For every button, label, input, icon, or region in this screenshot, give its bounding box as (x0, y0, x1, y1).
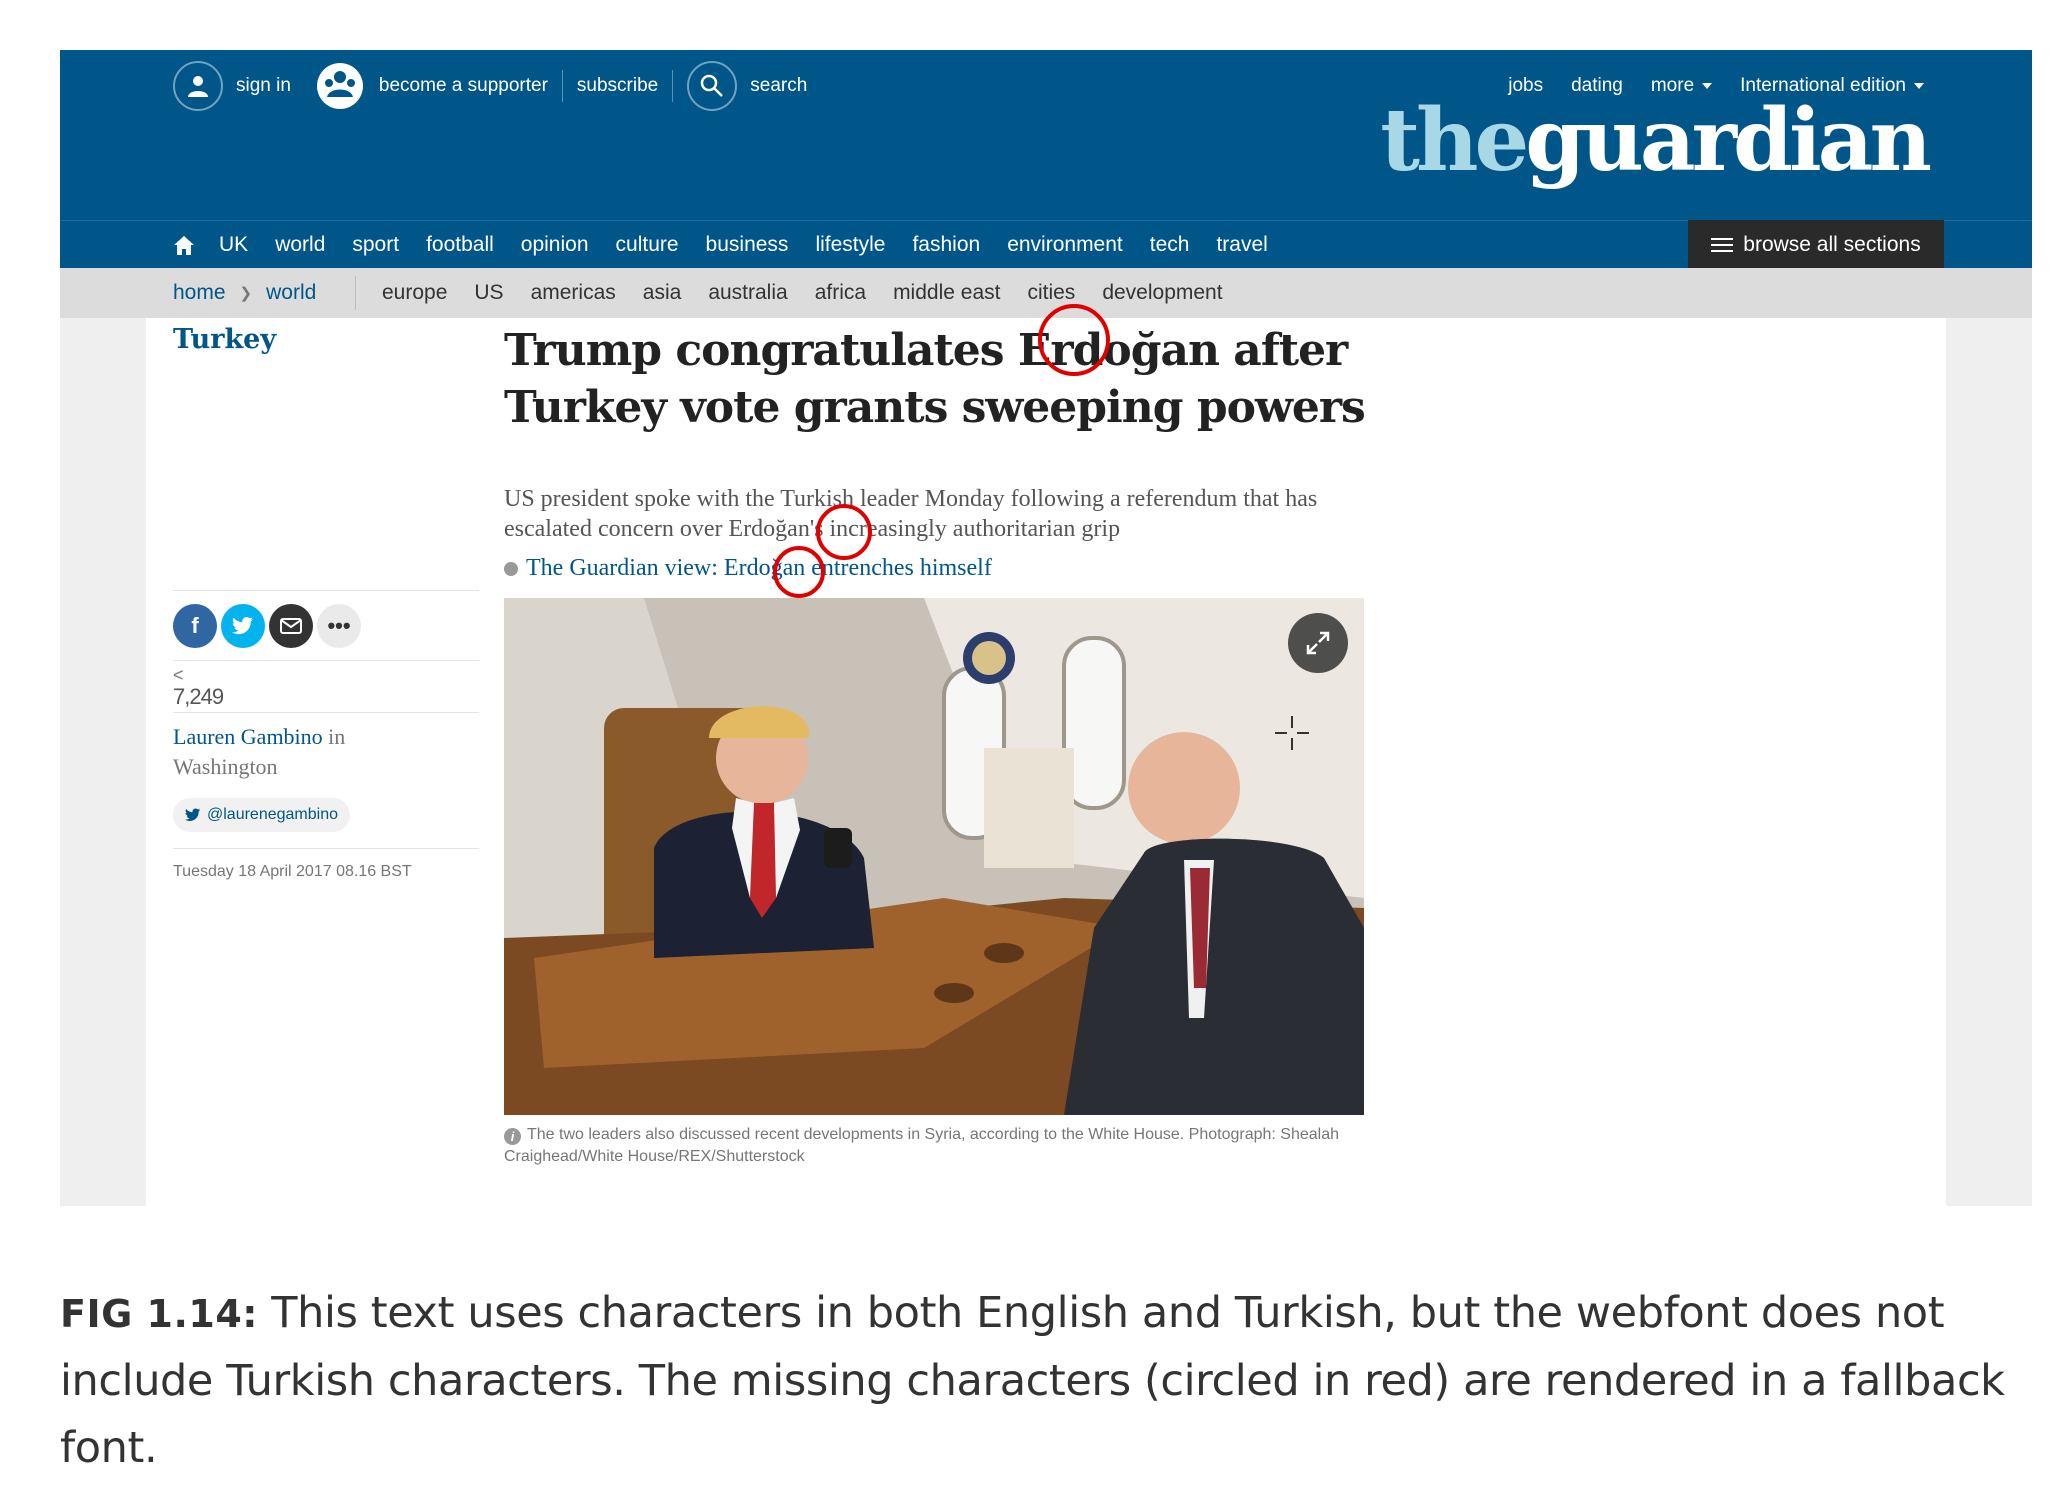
subnav-item-americas[interactable]: americas (531, 281, 616, 305)
menu-icon (1711, 237, 1734, 252)
crosshair-cursor-icon (1275, 716, 1309, 750)
share-count: < 7,249 (173, 665, 224, 710)
divider (355, 276, 356, 310)
subnav-item-africa[interactable]: africa (815, 281, 866, 305)
search-label: search (750, 75, 808, 96)
nav-item-environment[interactable]: environment (1007, 233, 1123, 257)
sign-in-label: sign in (236, 75, 291, 96)
top-bar: sign in become a supporter subscribe sea… (173, 60, 807, 112)
twitter-handle: @laurenegambino (207, 806, 338, 823)
nav-item-world[interactable]: world (275, 233, 325, 257)
divider (672, 70, 674, 102)
figure-label: FIG 1.14: (60, 1292, 258, 1336)
guardian-logo[interactable]: theguardian (1380, 98, 1932, 184)
breadcrumb-home[interactable]: home (173, 281, 226, 305)
nav-item-uk[interactable]: UK (219, 233, 248, 257)
author-link[interactable]: Lauren Gambino (173, 724, 323, 749)
nav-item-opinion[interactable]: opinion (521, 233, 589, 257)
search-link[interactable]: search (687, 61, 807, 111)
caret-down-icon (1914, 82, 1924, 89)
logo-guardian: guardian (1525, 90, 1932, 191)
divider (561, 70, 563, 102)
publish-date: Tuesday 18 April 2017 08.16 BST (173, 863, 412, 880)
highlight-circle (773, 546, 825, 598)
user-icon (173, 61, 223, 111)
logo-the: the (1380, 90, 1529, 191)
figure-caption-text: This text uses characters in both Englis… (60, 1288, 2005, 1473)
divider (173, 660, 479, 661)
nav-item-football[interactable]: football (426, 233, 494, 257)
subnav-item-australia[interactable]: australia (708, 281, 787, 305)
share-icon: < (173, 665, 184, 685)
photo-caption: i The two leaders also discussed recent d… (504, 1124, 1364, 1168)
headline: Trump congratulates Erdoğan after Turkey… (504, 325, 1366, 433)
main-nav: UK world sport football opinion culture busine… (60, 220, 2032, 269)
article-content: Turkey Trump congratulates Erdoğan after… (146, 304, 1946, 1206)
subnav-item-europe[interactable]: europe (382, 281, 447, 305)
subnav-item-asia[interactable]: asia (643, 281, 682, 305)
supporter-icon (315, 61, 365, 111)
divider (173, 712, 479, 713)
section-label[interactable]: Turkey (173, 324, 276, 355)
divider (173, 848, 479, 849)
home-icon[interactable] (173, 234, 195, 256)
become-supporter-link[interactable]: become a supporter (315, 61, 548, 111)
nav-item-travel[interactable]: travel (1216, 233, 1267, 257)
browse-label: browse all sections (1743, 232, 1921, 256)
byline-location: Washington (173, 754, 278, 779)
masthead: sign in become a supporter subscribe sea… (60, 50, 2032, 220)
nav-item-lifestyle[interactable]: lifestyle (815, 233, 885, 257)
byline: Lauren Gambino in Washington (173, 722, 479, 782)
twitter-icon (185, 808, 201, 821)
info-icon: i (504, 1128, 521, 1145)
nav-item-sport[interactable]: sport (352, 233, 399, 257)
guardian-screenshot: sign in become a supporter subscribe sea… (60, 50, 2032, 1206)
email-icon[interactable] (269, 604, 313, 648)
related-link-label: The Guardian view: Erdoğan entrenches hi… (526, 555, 992, 581)
related-link[interactable]: The Guardian view: Erdoğan entrenches hi… (504, 555, 992, 582)
sub-nav: home ❯ world europe US americas asia austral… (60, 268, 2032, 318)
article-photo[interactable] (504, 598, 1364, 1115)
subnav-item-middle-east[interactable]: middle east (893, 281, 1000, 305)
breadcrumb: home ❯ world (173, 268, 316, 318)
share-count-value: 7,249 (173, 684, 224, 709)
nav-links: UK world sport football opinion culture busine… (173, 221, 1295, 269)
nav-item-culture[interactable]: culture (616, 233, 679, 257)
subnav-item-development[interactable]: development (1102, 281, 1222, 305)
bullet-icon (504, 561, 518, 576)
subscribe-link[interactable]: subscribe (577, 75, 658, 97)
twitter-handle-link[interactable]: @laurenegambino (173, 798, 350, 832)
sign-in-link[interactable]: sign in (173, 61, 291, 111)
nav-item-tech[interactable]: tech (1150, 233, 1190, 257)
subsection-links: europe US americas asia australia africa middl… (382, 268, 1250, 318)
expand-icon[interactable] (1288, 613, 1348, 673)
highlight-circle (1038, 304, 1110, 376)
caret-down-icon (1702, 82, 1713, 89)
supporter-label: become a supporter (378, 75, 548, 96)
chevron-right-icon: ❯ (239, 285, 253, 302)
more-icon[interactable]: ••• (317, 604, 361, 648)
highlight-circle (816, 504, 872, 560)
share-buttons: f ••• (173, 604, 361, 648)
nav-item-business[interactable]: business (706, 233, 789, 257)
search-icon (687, 61, 738, 111)
byline-in: in (328, 724, 346, 749)
subnav-item-cities[interactable]: cities (1027, 281, 1075, 305)
facebook-icon[interactable]: f (173, 604, 217, 648)
standfirst: US president spoke with the Turkish lead… (504, 486, 1318, 542)
divider (173, 590, 479, 591)
breadcrumb-world[interactable]: world (266, 281, 316, 305)
photo-caption-text: The two leaders also discussed recent de… (504, 1126, 1340, 1165)
subnav-item-us[interactable]: US (474, 281, 503, 305)
twitter-icon[interactable] (221, 604, 265, 648)
nav-item-fashion[interactable]: fashion (912, 233, 980, 257)
figure-caption: FIG 1.14: This text uses characters in b… (60, 1280, 2040, 1482)
browse-all-sections-button[interactable]: browse all sections (1688, 220, 1944, 269)
